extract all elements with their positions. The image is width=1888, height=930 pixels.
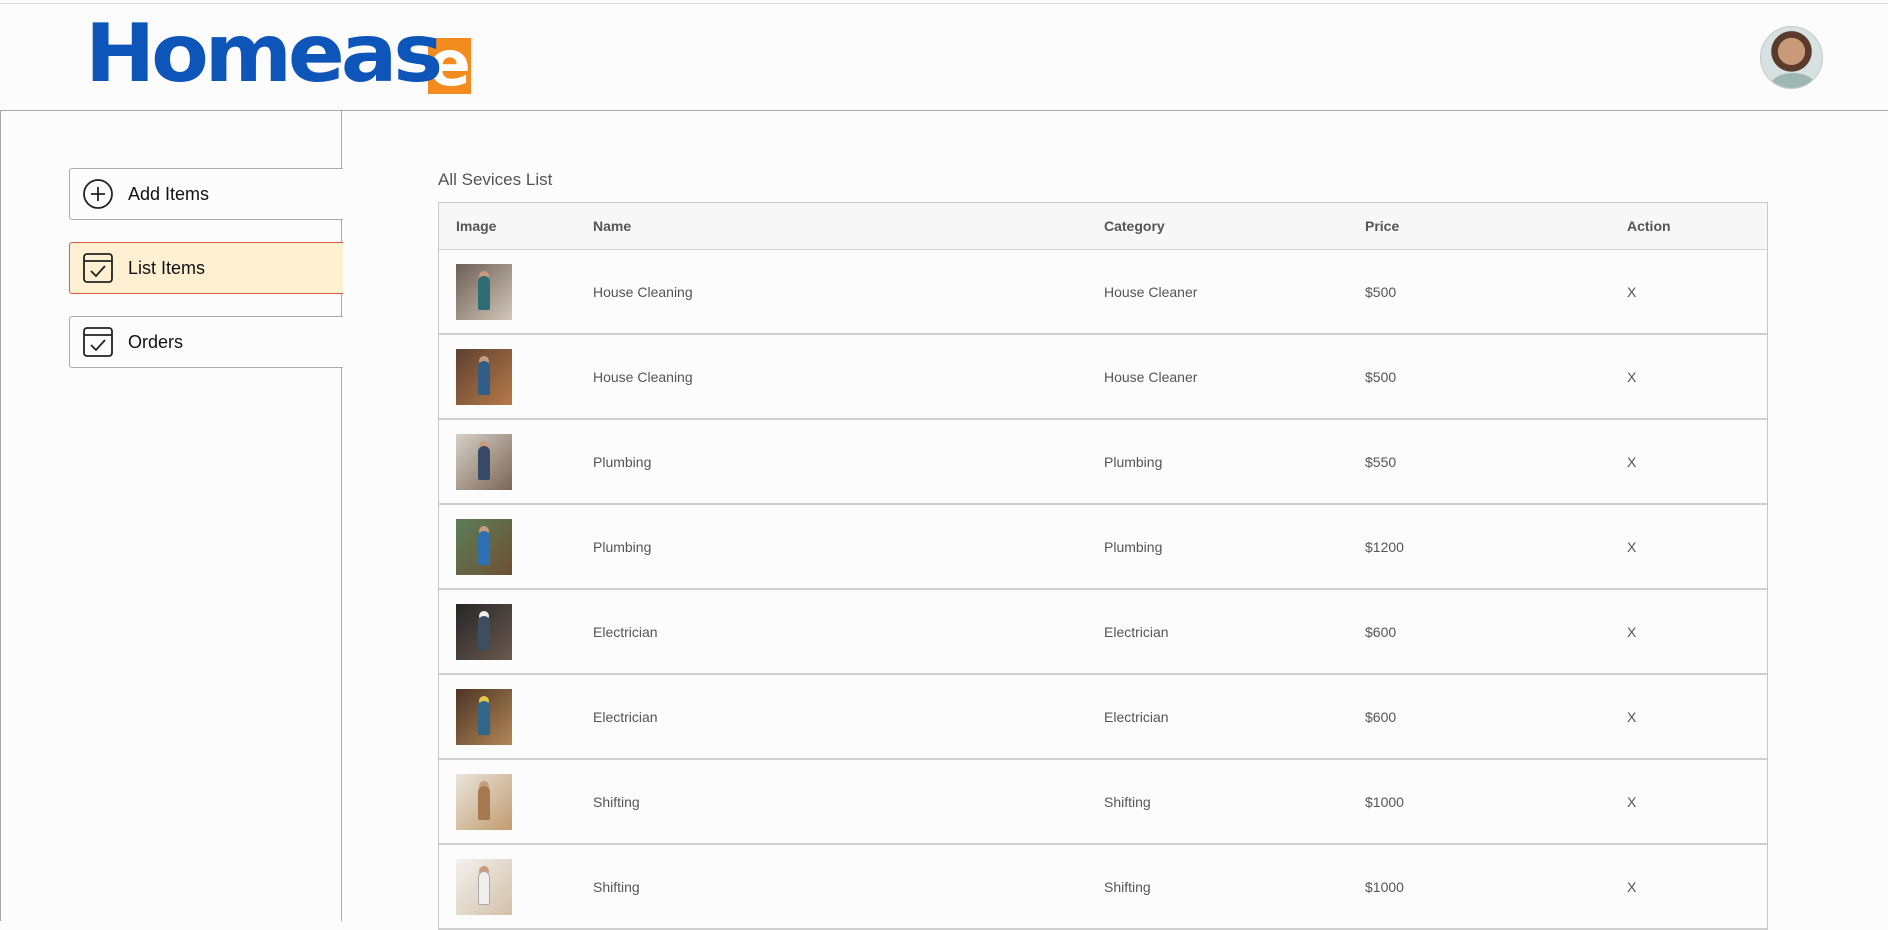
- add-circle-icon: [83, 179, 113, 209]
- service-price: $550: [1365, 453, 1397, 470]
- service-category: House Cleaner: [1104, 368, 1198, 385]
- service-name: Electrician: [593, 623, 658, 640]
- avatar-shirt: [1771, 73, 1815, 88]
- delete-action[interactable]: X: [1627, 284, 1786, 300]
- sidebar-item-label: Orders: [128, 331, 184, 352]
- service-category: Electrician: [1104, 708, 1169, 725]
- service-thumbnail: [456, 518, 512, 575]
- column-header-action: Action: [1627, 218, 1671, 234]
- table-row: House Cleaning House Cleaner $500 X: [439, 335, 1767, 420]
- service-thumbnail: [456, 348, 512, 405]
- sidebar-item-label: List Items: [128, 257, 206, 278]
- table-header: Image Name Category Price Action: [439, 203, 1767, 250]
- service-price: $600: [1365, 708, 1397, 725]
- service-category: Plumbing: [1104, 453, 1163, 470]
- checkbox-window-icon: [83, 327, 113, 357]
- service-name: Shifting: [593, 878, 640, 895]
- service-name: House Cleaning: [593, 283, 693, 300]
- service-name: Electrician: [593, 708, 658, 725]
- sidebar-item-list-items[interactable]: List Items: [69, 242, 343, 294]
- logo-text: Homeas: [85, 7, 443, 100]
- avatar[interactable]: [1760, 26, 1823, 89]
- page-title: All Sevices List: [438, 170, 553, 189]
- service-thumbnail: [456, 603, 512, 660]
- sidebar: Add Items List Items Orders: [0, 111, 343, 921]
- table-row: Plumbing Plumbing $1200 X: [439, 505, 1767, 590]
- service-price: $500: [1365, 368, 1397, 385]
- table-row: Shifting Shifting $1000 X: [439, 760, 1767, 845]
- service-price: $1000: [1365, 878, 1404, 895]
- column-header-category: Category: [1104, 218, 1165, 234]
- service-price: $500: [1365, 283, 1397, 300]
- service-thumbnail: [456, 858, 512, 915]
- service-thumbnail: [456, 433, 512, 490]
- main-content: All Sevices List Image Name Category Pri…: [342, 111, 1888, 930]
- delete-action[interactable]: X: [1627, 454, 1786, 470]
- table-row: House Cleaning House Cleaner $500 X: [439, 250, 1767, 335]
- delete-action[interactable]: X: [1627, 539, 1786, 555]
- service-category: Electrician: [1104, 623, 1169, 640]
- sidebar-item-add-items[interactable]: Add Items: [69, 168, 343, 220]
- service-price: $1000: [1365, 793, 1404, 810]
- service-category: Plumbing: [1104, 538, 1163, 555]
- column-header-price: Price: [1365, 218, 1400, 234]
- table-row: Electrician Electrician $600 X: [439, 590, 1767, 675]
- services-table: Image Name Category Price Action House C…: [438, 202, 1768, 930]
- service-thumbnail: [456, 688, 512, 745]
- delete-action[interactable]: X: [1627, 369, 1786, 385]
- delete-action[interactable]: X: [1627, 709, 1786, 725]
- delete-action[interactable]: X: [1627, 879, 1786, 895]
- service-thumbnail: [456, 773, 512, 830]
- sidebar-item-orders[interactable]: Orders: [69, 316, 343, 368]
- column-header-image: Image: [456, 218, 497, 234]
- delete-action[interactable]: X: [1627, 624, 1786, 640]
- checkbox-window-icon: [83, 253, 113, 283]
- service-thumbnail: [456, 263, 512, 320]
- service-name: Plumbing: [593, 538, 652, 555]
- homease-logo[interactable]: Homeas e: [85, 14, 472, 95]
- sidebar-item-label: Add Items: [128, 183, 210, 204]
- table-row: Shifting Shifting $1000 X: [439, 845, 1767, 930]
- table-row: Electrician Electrician $600 X: [439, 675, 1767, 760]
- delete-action[interactable]: X: [1627, 794, 1786, 810]
- service-category: Shifting: [1104, 878, 1151, 895]
- table-row: Plumbing Plumbing $550 X: [439, 420, 1767, 505]
- column-header-name: Name: [593, 218, 632, 234]
- top-navbar: Homeas e: [0, 4, 1888, 111]
- service-name: House Cleaning: [593, 368, 693, 385]
- service-category: House Cleaner: [1104, 283, 1198, 300]
- service-price: $1200: [1365, 538, 1404, 555]
- service-price: $600: [1365, 623, 1397, 640]
- service-name: Plumbing: [593, 453, 652, 470]
- service-name: Shifting: [593, 793, 640, 810]
- service-category: Shifting: [1104, 793, 1151, 810]
